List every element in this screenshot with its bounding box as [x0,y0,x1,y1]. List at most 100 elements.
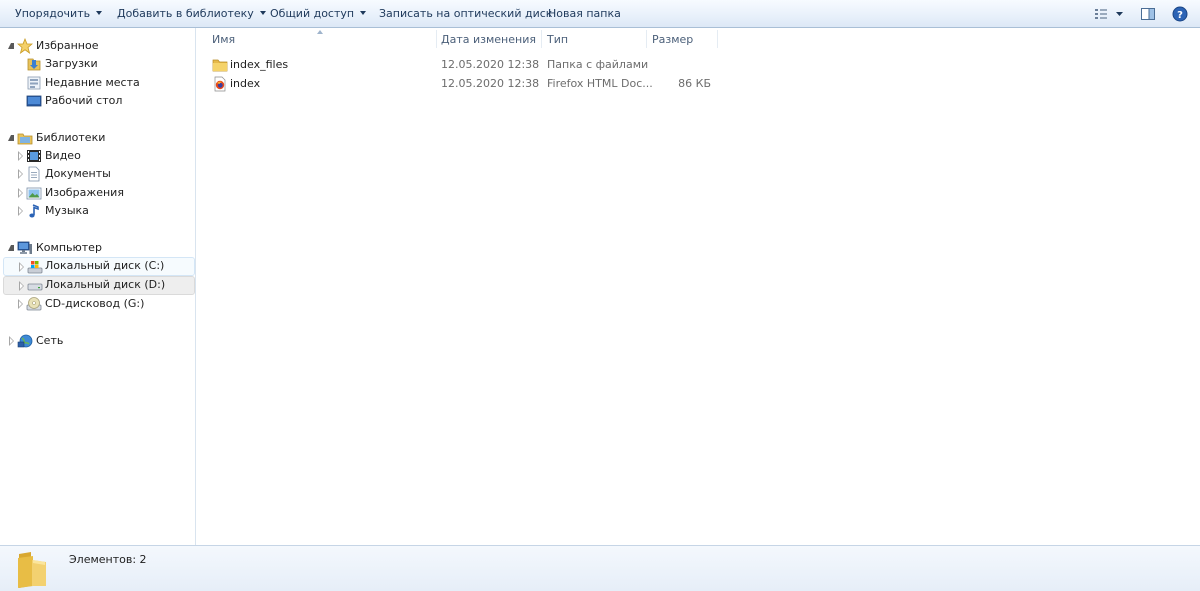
nav-group-network[interactable]: Сеть [0,332,196,350]
column-header-size[interactable]: Размер [646,28,717,52]
sidebar-item-recent-places[interactable]: Недавние места [0,74,196,92]
nav-label: Загрузки [45,57,98,70]
sidebar-item-documents[interactable]: Документы [0,165,196,183]
nav-label: Музыка [45,204,89,217]
add-to-library-label: Добавить в библиотеку [117,7,254,20]
view-options-icon [1095,9,1123,19]
column-divider[interactable] [717,30,718,48]
view-options-button[interactable] [1093,6,1125,22]
file-type: Папка с файлами [547,58,649,71]
nav-label: Документы [45,167,111,180]
network-icon [17,334,33,348]
collapsed-arrow-icon[interactable] [18,206,23,216]
nav-group-computer[interactable]: Компьютер [0,239,196,257]
command-bar: Упорядочить Добавить в библиотеку Общий … [0,0,1200,28]
nav-label: Рабочий стол [45,94,123,107]
share-button[interactable]: Общий доступ [270,0,367,28]
sidebar-item-video[interactable]: Видео [0,147,196,165]
collapsed-arrow-icon[interactable] [9,336,14,346]
file-type: Firefox HTML Doc... [547,77,653,90]
file-name: index_files [230,58,289,71]
system-drive-icon [27,261,43,274]
sidebar-item-drive-c[interactable]: Локальный диск (C:) [3,257,195,276]
documents-icon [28,166,40,182]
add-to-library-button[interactable]: Добавить в библиотеку [117,0,266,28]
desktop-icon [26,95,42,107]
nav-group-libraries[interactable]: Библиотеки [0,129,196,147]
share-label: Общий доступ [270,7,355,20]
music-icon [29,204,39,218]
expanded-arrow-icon[interactable] [8,43,14,49]
details-pane: Элементов: 2 [0,545,1200,591]
nav-label: Компьютер [36,241,102,254]
drive-icon [27,283,43,291]
column-header-name[interactable]: Имя [206,28,436,52]
chevron-down-icon [96,11,103,15]
nav-group-favorites[interactable]: Избранное [0,37,196,55]
burn-button[interactable]: Записать на оптический диск [379,0,552,28]
firefox-html-icon [214,76,226,92]
nav-label: Сеть [36,334,64,347]
column-header-label: Тип [547,33,569,46]
folder-large-icon [18,552,46,588]
sidebar-item-downloads[interactable]: Загрузки [0,55,196,73]
burn-label: Записать на оптический диск [379,7,553,20]
sidebar-item-pictures[interactable]: Изображения [0,184,196,202]
navigation-pane[interactable]: Избранное Загрузки Недавние места Рабочи… [0,28,196,545]
help-icon: ? [1172,6,1188,22]
column-header-type[interactable]: Тип [541,28,646,52]
help-button[interactable]: ? [1172,6,1188,22]
preview-pane-button[interactable] [1140,6,1156,22]
file-name: index [230,77,261,90]
collapsed-arrow-icon[interactable] [19,281,24,291]
libraries-icon [17,133,33,145]
star-icon [17,38,33,54]
table-row[interactable]: index_files 12.05.2020 12:38 Папка с фай… [197,55,717,74]
svg-text:?: ? [1177,10,1183,21]
new-folder-button[interactable]: Новая папка [548,0,621,28]
nav-label: Библиотеки [36,131,106,144]
sidebar-item-cd-drive[interactable]: CD-дисковод (G:) [0,295,196,313]
expanded-arrow-icon[interactable] [8,245,14,251]
sidebar-item-drive-d[interactable]: Локальный диск (D:) [3,276,195,295]
folder-icon [212,59,228,72]
organize-label: Упорядочить [15,7,91,20]
sidebar-item-desktop[interactable]: Рабочий стол [0,92,196,110]
explorer-window: Упорядочить Добавить в библиотеку Общий … [0,0,1200,591]
chevron-down-icon [259,11,266,15]
chevron-down-icon [360,11,367,15]
column-header-label: Дата изменения [441,33,536,46]
recent-places-icon [27,76,41,90]
file-date: 12.05.2020 12:38 [441,77,540,90]
column-header-date[interactable]: Дата изменения [435,28,541,52]
nav-label: Недавние места [45,76,140,89]
downloads-icon [27,58,41,71]
video-icon [27,150,41,162]
nav-label: Видео [45,149,81,162]
file-size: 86 КБ [678,77,711,90]
collapsed-arrow-icon[interactable] [19,262,24,272]
collapsed-arrow-icon[interactable] [18,169,23,179]
computer-icon [17,241,32,254]
nav-label: CD-дисковод (G:) [45,297,145,310]
expanded-arrow-icon[interactable] [8,135,14,141]
file-list[interactable]: Имя Дата изменения Тип Размер index_file… [197,28,1200,545]
collapsed-arrow-icon[interactable] [18,188,23,198]
cd-drive-icon [26,297,42,311]
column-header-label: Размер [652,33,694,46]
nav-label: Локальный диск (D:) [45,278,166,291]
item-count: Элементов: 2 [69,553,147,566]
nav-label: Изображения [45,186,124,199]
column-header-label: Имя [212,33,236,46]
collapsed-arrow-icon[interactable] [18,299,23,309]
preview-pane-icon [1141,8,1155,20]
collapsed-arrow-icon[interactable] [18,151,23,161]
sidebar-item-music[interactable]: Музыка [0,202,196,220]
new-folder-label: Новая папка [548,7,621,20]
table-row[interactable]: index 12.05.2020 12:38 Firefox HTML Doc.… [197,74,717,93]
nav-label: Локальный диск (C:) [45,259,165,272]
nav-label: Избранное [36,39,99,52]
file-date: 12.05.2020 12:38 [441,58,540,71]
pictures-icon [26,187,42,200]
organize-button[interactable]: Упорядочить [15,0,103,28]
